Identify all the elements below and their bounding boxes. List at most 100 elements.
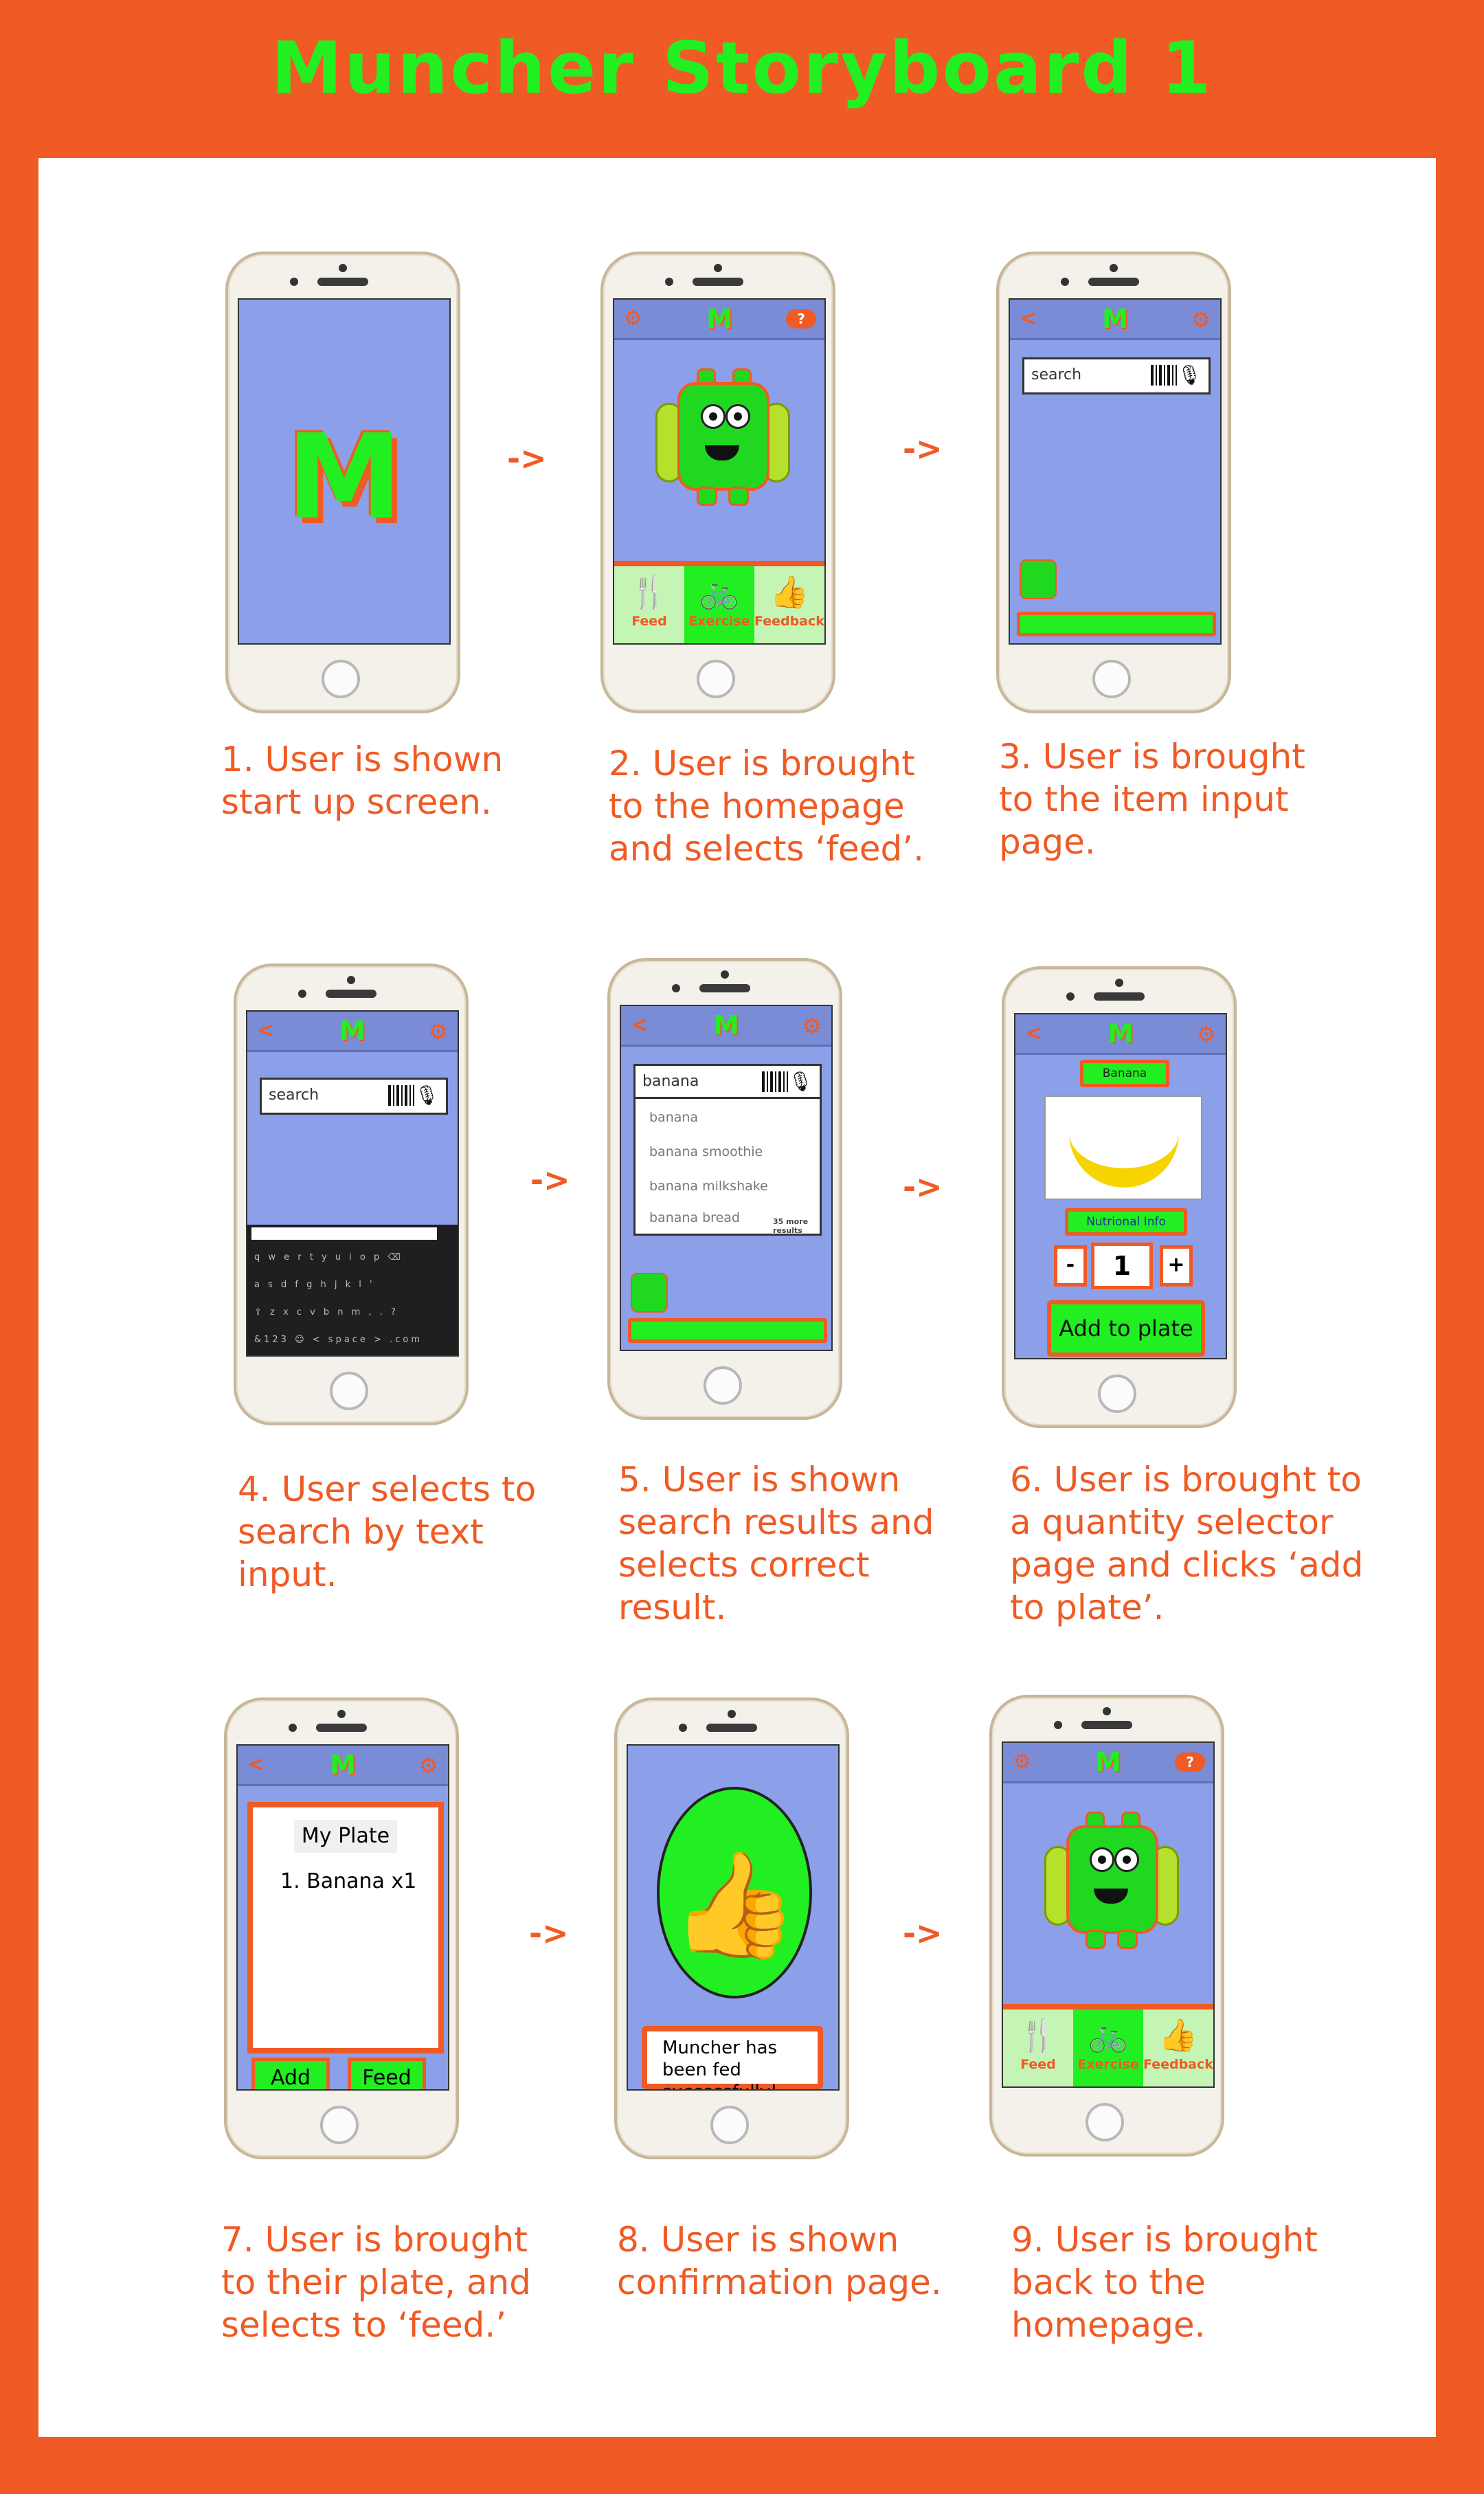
tab-exercise[interactable]: 🚲 Exercise (1072, 2009, 1143, 2086)
result-item[interactable]: banana bread (649, 1210, 740, 1225)
tab-feed[interactable]: 🍴 Feed (614, 566, 684, 643)
arrow-8: -> (903, 1915, 943, 1952)
thumbs-up-icon: 👍 (1158, 2016, 1198, 2053)
phone-item-input: < M ⚙ search 🎙 (996, 252, 1231, 713)
result-item[interactable]: banana milkshake (649, 1179, 768, 1194)
app-logo: M (1102, 304, 1128, 334)
add-button[interactable]: Add (251, 2058, 330, 2089)
tab-label: Feed (1020, 2057, 1056, 2072)
gear-icon[interactable]: ⚙ (1191, 307, 1211, 333)
app-logo: M (286, 410, 403, 546)
home-button[interactable] (1098, 1374, 1136, 1413)
tab-label: Exercise (688, 614, 750, 629)
caption-5: 5. User is shown search results and sele… (618, 1460, 934, 1627)
item-input-screen: < M ⚙ search 🎙 (1009, 298, 1222, 645)
add-to-plate-button[interactable]: Add to plate (1047, 1300, 1205, 1357)
plate-item[interactable]: 1. Banana x1 (280, 1869, 416, 1893)
search-query: banana (642, 1073, 699, 1090)
homepage-screen: ⚙ M ? 🍴 Feed 🚲 Exercise 👍 Feedback (613, 298, 826, 645)
thumbs-up-icon: 👍 (769, 573, 809, 610)
feed-button[interactable]: Feed (348, 2058, 426, 2089)
home-button[interactable] (1086, 2103, 1124, 2141)
tab-exercise[interactable]: 🚲 Exercise (684, 566, 754, 643)
storyboard-title: Muncher Storyboard 1 (271, 26, 1213, 110)
keyboard-row[interactable]: q w e r t y u i o p ⌫ (254, 1252, 403, 1262)
quantity-value[interactable]: 1 (1091, 1243, 1153, 1289)
tab-bar: 🍴 Feed 🚲 Exercise 👍 Feedback (1003, 2004, 1213, 2086)
tab-feedback[interactable]: 👍 Feedback (1143, 2009, 1213, 2086)
search-input[interactable]: search 🎙 (260, 1078, 448, 1115)
keyboard-text-field[interactable] (251, 1227, 437, 1240)
item-name: Banana (1080, 1060, 1169, 1087)
microphone-icon[interactable]: 🎙 (414, 1084, 439, 1106)
fork-knife-icon: 🍴 (1018, 2016, 1058, 2053)
on-screen-keyboard[interactable]: q w e r t y u i o p ⌫ a s d f g h j k l … (247, 1225, 458, 1355)
search-results-list: banana banana smoothie banana milkshake … (633, 1097, 822, 1236)
search-input[interactable]: banana 🎙 (633, 1064, 822, 1101)
help-icon[interactable]: ? (1175, 1752, 1205, 1772)
gear-icon[interactable]: ⚙ (1196, 1021, 1216, 1047)
tab-label: Exercise (1077, 2057, 1139, 2072)
result-item[interactable]: banana smoothie (649, 1144, 763, 1159)
homepage-screen: ⚙ M ? 🍴 Feed 🚲 Exercise 👍 Feedback (1002, 1741, 1215, 2088)
increment-button[interactable]: + (1160, 1245, 1193, 1287)
tab-bar: 🍴 Feed 🚲 Exercise 👍 Feedback (614, 561, 824, 643)
home-button[interactable] (322, 660, 360, 698)
keyboard-row[interactable]: a s d f g h j k l ' (254, 1280, 375, 1290)
help-icon[interactable]: ? (786, 309, 816, 329)
phone-confirmation: 👍 Muncher has been fed successfully! (614, 1697, 849, 2159)
app-logo: M (713, 1010, 739, 1040)
thumbs-up-icon: 👍 (670, 1845, 799, 1965)
home-button[interactable] (710, 2106, 749, 2144)
gear-icon[interactable]: ⚙ (418, 1752, 438, 1779)
home-button[interactable] (697, 660, 735, 698)
startup-screen: M (238, 298, 451, 645)
caption-1: 1. User is shown start up screen. (221, 739, 504, 822)
search-placeholder: search (1031, 366, 1082, 383)
home-button[interactable] (330, 1372, 368, 1410)
bicycle-icon: 🚲 (1088, 2016, 1128, 2053)
more-results[interactable]: 35 more results (773, 1217, 820, 1235)
muncher-monster (1044, 1812, 1179, 1949)
result-item[interactable]: banana (649, 1110, 698, 1125)
plate-screen: < M ⚙ My Plate 1. Banana x1 Add Feed (236, 1744, 449, 2091)
search-results-screen: < M ⚙ banana 🎙 banana banana smoothie ba… (620, 1005, 833, 1351)
home-button[interactable] (704, 1366, 742, 1405)
caption-6: 6. User is brought to a quantity selecto… (1010, 1460, 1364, 1627)
home-button[interactable] (320, 2106, 359, 2144)
caption-8: 8. User is shown confirmation page. (617, 2220, 942, 2302)
fork-knife-icon: 🍴 (629, 573, 669, 610)
home-button[interactable] (1092, 660, 1131, 698)
keyboard-row[interactable]: &123 ☺ < space > .com (254, 1335, 423, 1345)
search-input[interactable]: search 🎙 (1022, 357, 1211, 394)
top-bar: < M ⚙ (238, 1746, 448, 1786)
top-bar: ⚙ M ? (1003, 1743, 1213, 1783)
nutrition-info-button[interactable]: Nutrional Info (1065, 1208, 1187, 1236)
phone-startup: M (225, 252, 460, 713)
barcode-icon[interactable] (762, 1071, 788, 1092)
phone-search-results: < M ⚙ banana 🎙 banana banana smoothie ba… (607, 958, 842, 1420)
phone-homepage-return: ⚙ M ? 🍴 Feed 🚲 Exercise 👍 Feedback (989, 1695, 1224, 2157)
gear-icon[interactable]: ⚙ (802, 1013, 822, 1039)
barcode-icon[interactable] (1151, 365, 1177, 386)
confirmation-screen: 👍 Muncher has been fed successfully! (627, 1744, 840, 2091)
muncher-mini-icon (1014, 554, 1062, 602)
caption-2: 2. User is brought to the homepage and s… (609, 744, 925, 869)
barcode-icon[interactable] (388, 1085, 414, 1106)
app-logo: M (330, 1750, 356, 1780)
microphone-icon[interactable]: 🎙 (788, 1070, 813, 1093)
tab-label: Feedback (754, 614, 824, 629)
plate-title: My Plate (294, 1820, 397, 1853)
progress-bar (1017, 612, 1216, 636)
microphone-icon[interactable]: 🎙 (1177, 364, 1202, 386)
gear-icon[interactable]: ⚙ (428, 1018, 448, 1045)
tab-feedback[interactable]: 👍 Feedback (754, 566, 824, 643)
muncher-mini-icon (625, 1267, 673, 1315)
caption-9: 9. User is brought back to the homepage. (1011, 2220, 1318, 2345)
muncher-monster (655, 368, 790, 506)
keyboard-row[interactable]: ⇧ z x c v b n m , . ? (254, 1307, 398, 1317)
phone-plate: < M ⚙ My Plate 1. Banana x1 Add Feed (224, 1697, 459, 2159)
tab-feed[interactable]: 🍴 Feed (1003, 2009, 1073, 2086)
quantity-screen: < M ⚙ Banana Nutrional Info - 1 + Add to… (1014, 1013, 1227, 1359)
decrement-button[interactable]: - (1054, 1245, 1087, 1287)
